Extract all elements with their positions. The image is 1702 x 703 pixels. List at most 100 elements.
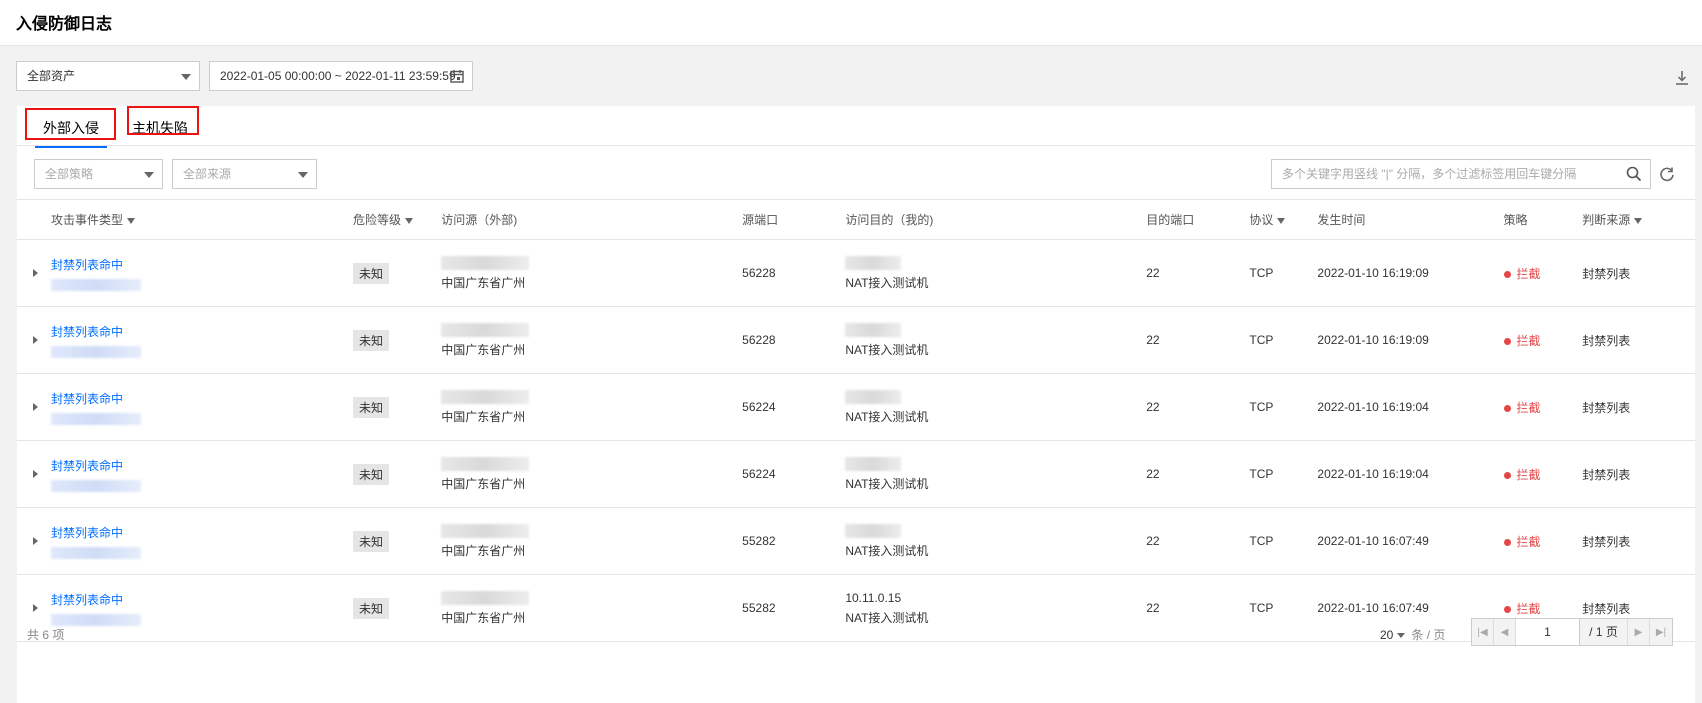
destination-cell: NAT接入测试机 <box>845 373 1147 441</box>
table-row: 封禁列表命中 未知 中国广东省广州 55282 NAT接入测试机 22 TCP 2022-01… <box>17 507 1695 575</box>
redacted-source-ip <box>441 389 530 404</box>
source-filter-label: 全部来源 <box>183 167 232 181</box>
redacted-detail <box>51 479 142 492</box>
event-type-link[interactable]: 封禁列表命中 <box>51 524 353 541</box>
event-cell: 封禁列表命中 <box>51 507 353 575</box>
time-cell: 2022-01-10 16:19:04 <box>1317 440 1504 508</box>
src-port-cell: 56224 <box>742 373 846 441</box>
redacted-destination-ip <box>845 523 902 538</box>
expand-icon[interactable] <box>33 336 38 344</box>
asset-select[interactable]: 全部资产 <box>16 61 200 91</box>
redacted-detail <box>51 412 142 425</box>
policy-filter-select[interactable]: 全部策略 <box>34 159 163 189</box>
judge-source-cell: 封禁列表 <box>1582 239 1695 307</box>
source-cell: 中国广东省广州 <box>441 507 743 575</box>
search-placeholder: 多个关键字用竖线 "|" 分隔，多个过滤标签用回车键分隔 <box>1282 167 1577 181</box>
status-dot-icon <box>1503 471 1511 479</box>
protocol-cell: TCP <box>1249 507 1318 575</box>
download-icon[interactable] <box>1676 71 1688 85</box>
search-input[interactable]: 多个关键字用竖线 "|" 分隔，多个过滤标签用回车键分隔 <box>1271 159 1651 189</box>
event-type-link[interactable]: 封禁列表命中 <box>51 457 353 474</box>
row-expand-cell <box>17 239 52 307</box>
risk-level-badge: 未知 <box>353 262 390 284</box>
first-page-icon[interactable]: |◀ <box>1472 619 1494 645</box>
redacted-detail <box>51 546 142 559</box>
calendar-icon <box>450 70 464 83</box>
pagination-footer: 共 6 项 20 条 / 页 |◀ ◀ 1 / 1 页 ▶ ▶| <box>17 609 1695 657</box>
refresh-icon[interactable] <box>1659 166 1675 182</box>
filter-icon[interactable] <box>1634 217 1643 224</box>
policy-cell: 拦截 <box>1503 507 1583 575</box>
protocol-cell: TCP <box>1249 373 1318 441</box>
date-range-picker[interactable]: 2022-01-05 00:00:00 ~ 2022-01-11 23:59:5… <box>209 61 473 91</box>
dst-port-cell: 22 <box>1146 239 1250 307</box>
page-number-input[interactable]: 1 <box>1516 619 1580 645</box>
destination-cell: NAT接入测试机 <box>845 440 1147 508</box>
search-icon[interactable] <box>1626 166 1642 182</box>
risk-level-badge: 未知 <box>353 463 390 485</box>
last-page-icon[interactable]: ▶| <box>1650 619 1672 645</box>
judge-source-cell: 封禁列表 <box>1582 373 1695 441</box>
chevron-down-icon <box>1397 633 1406 639</box>
event-type-link[interactable]: 封禁列表命中 <box>51 256 353 273</box>
filter-icon[interactable] <box>127 217 136 224</box>
prev-page-icon[interactable]: ◀ <box>1494 619 1516 645</box>
time-cell: 2022-01-10 16:07:49 <box>1317 507 1504 575</box>
expand-icon[interactable] <box>33 470 38 478</box>
page-title: 入侵防御日志 <box>16 16 113 33</box>
event-type-link[interactable]: 封禁列表命中 <box>51 323 353 340</box>
header-dst-port: 目的端口 <box>1146 199 1250 240</box>
event-type-link[interactable]: 封禁列表命中 <box>51 390 353 407</box>
destination-ip: 10.11.0.15 <box>845 590 902 605</box>
redacted-source-ip <box>441 523 530 538</box>
redacted-destination-ip <box>845 255 902 270</box>
destination-name: NAT接入测试机 <box>845 543 929 558</box>
src-port-cell: 56228 <box>742 306 846 374</box>
status-dot-icon <box>1503 404 1511 412</box>
source-location: 中国广东省广州 <box>441 409 526 424</box>
destination-name: NAT接入测试机 <box>845 342 929 357</box>
destination-name: NAT接入测试机 <box>845 275 929 290</box>
header-expand <box>17 199 52 240</box>
time-cell: 2022-01-10 16:19:04 <box>1317 373 1504 441</box>
source-cell: 中国广东省广州 <box>441 373 743 441</box>
source-location: 中国广东省广州 <box>441 342 526 357</box>
row-expand-cell <box>17 440 52 508</box>
expand-icon[interactable] <box>33 403 38 411</box>
total-count: 共 6 项 <box>27 628 65 642</box>
level-cell: 未知 <box>353 306 442 374</box>
judge-source-cell: 封禁列表 <box>1582 507 1695 575</box>
filter-icon[interactable] <box>405 217 414 224</box>
highlight-box-host <box>127 106 199 135</box>
expand-icon[interactable] <box>33 537 38 545</box>
chevron-down-icon <box>144 172 154 178</box>
page-size-select[interactable]: 20 条 / 页 <box>1380 626 1445 643</box>
dst-port-cell: 22 <box>1146 373 1250 441</box>
protocol-cell: TCP <box>1249 440 1318 508</box>
source-filter-select[interactable]: 全部来源 <box>172 159 317 189</box>
chevron-down-icon <box>181 74 191 80</box>
event-type-link[interactable]: 封禁列表命中 <box>51 591 353 608</box>
page-header: 入侵防御日志 <box>0 0 1702 46</box>
policy-status: 拦截 <box>1516 400 1541 415</box>
next-page-icon[interactable]: ▶ <box>1628 619 1650 645</box>
event-cell: 封禁列表命中 <box>51 373 353 441</box>
policy-status: 拦截 <box>1516 534 1541 549</box>
header-event-type: 攻击事件类型 <box>51 199 353 240</box>
header-time: 发生时间 <box>1317 199 1504 240</box>
redacted-destination-ip <box>845 322 902 337</box>
date-range-label: 2022-01-05 00:00:00 ~ 2022-01-11 23:59:5… <box>220 69 456 83</box>
chevron-down-icon <box>298 172 308 178</box>
header-protocol: 协议 <box>1249 199 1318 240</box>
expand-icon[interactable] <box>33 269 38 277</box>
destination-cell: NAT接入测试机 <box>845 306 1147 374</box>
table-row: 封禁列表命中 未知中国广东省广州 56224 NAT接入测试机 22 TCP 2022-01… <box>17 373 1695 441</box>
header-level: 危险等级 <box>353 199 442 240</box>
source-location: 中国广东省广州 <box>441 543 526 558</box>
redacted-detail <box>51 278 142 291</box>
event-cell: 封禁列表命中 <box>51 239 353 307</box>
destination-name: NAT接入测试机 <box>845 409 929 424</box>
filter-icon[interactable] <box>1277 217 1286 224</box>
risk-level-badge: 未知 <box>353 396 390 418</box>
judge-source-cell: 封禁列表 <box>1582 306 1695 374</box>
